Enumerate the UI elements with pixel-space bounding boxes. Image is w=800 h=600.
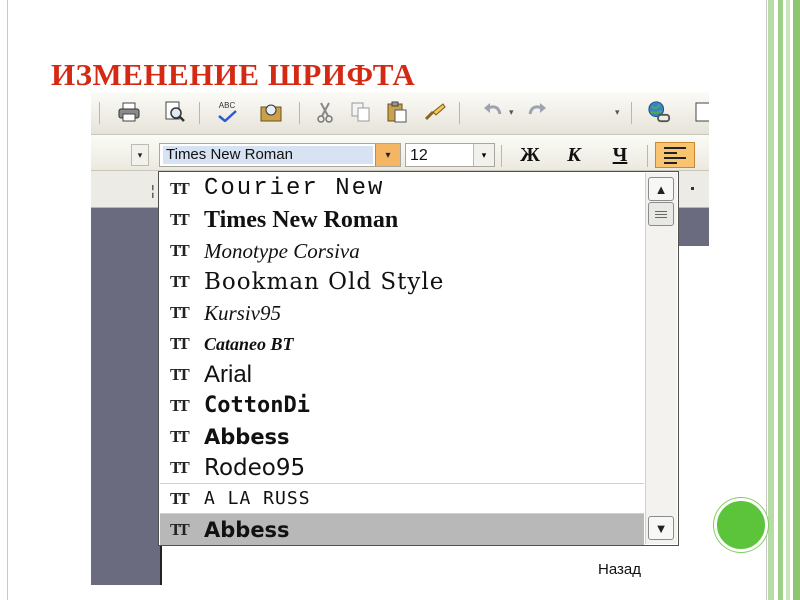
align-left-button[interactable] — [655, 142, 695, 168]
truetype-font-icon: TT — [170, 302, 190, 322]
scroll-up-arrow-icon[interactable]: ▲ — [648, 177, 674, 201]
redo-dropdown-icon[interactable]: ▾ — [615, 108, 623, 117]
font-item-label: Bookman Old Style — [204, 268, 445, 295]
font-item-label: A LA RUSS — [204, 487, 311, 509]
font-size-combo[interactable]: 12 ▾ — [405, 143, 495, 167]
redo-icon[interactable] — [525, 100, 549, 124]
font-item-label: Courier New — [204, 174, 385, 202]
truetype-font-icon: TT — [170, 395, 190, 415]
slide-stripe — [793, 0, 800, 600]
font-list-item[interactable]: TT Arial — [160, 359, 644, 390]
grip-line — [655, 210, 667, 212]
font-item-label: Arial — [204, 360, 253, 388]
font-item-label: Rodeo95 — [204, 454, 306, 481]
grip-line — [655, 213, 667, 215]
font-list-item[interactable]: TT Bookman Old Style — [160, 266, 644, 297]
underline-button[interactable]: Ч — [607, 143, 633, 167]
font-item-label: Monotype Corsiva — [204, 238, 360, 263]
truetype-font-icon: TT — [170, 426, 190, 446]
font-size-input[interactable]: 12 — [410, 146, 428, 166]
undo-icon[interactable] — [481, 100, 505, 124]
scroll-thumb[interactable] — [648, 202, 674, 226]
font-list-item[interactable]: TT Kursiv95 — [160, 297, 644, 328]
toolbar-separator — [501, 145, 502, 167]
font-list-item[interactable]: TT CottonDi — [160, 390, 644, 421]
print-icon[interactable] — [117, 100, 141, 124]
font-name-combo[interactable]: Times New Roman ▾ — [159, 143, 401, 167]
font-item-label: Times New Roman — [204, 206, 399, 233]
toolbar-separator — [299, 102, 300, 124]
font-size-dropdown-arrow-icon[interactable]: ▾ — [473, 144, 494, 166]
toolbar-separator — [459, 102, 460, 124]
font-item-label: Abbess — [204, 517, 290, 542]
truetype-font-icon: TT — [170, 519, 190, 539]
font-list-item[interactable]: TT Courier New — [160, 173, 644, 204]
font-list-scrollbar[interactable]: ▲ ▼ — [645, 173, 677, 544]
copy-icon[interactable] — [349, 100, 373, 124]
truetype-font-icon: TT — [170, 333, 190, 353]
spellcheck-icon[interactable]: ABC — [215, 100, 239, 124]
truetype-font-icon: TT — [170, 240, 190, 260]
font-dropdown-arrow-icon[interactable]: ▾ — [375, 144, 400, 166]
print-preview-icon[interactable] — [163, 100, 187, 124]
truetype-font-icon: TT — [170, 271, 190, 291]
document-map-icon[interactable] — [691, 100, 709, 124]
undo-dropdown-icon[interactable]: ▾ — [509, 108, 517, 117]
research-icon[interactable] — [259, 100, 283, 124]
font-item-label: Cataneo BT — [204, 333, 294, 354]
align-line — [664, 151, 678, 154]
truetype-font-icon: TT — [170, 209, 190, 229]
paste-icon[interactable] — [385, 100, 409, 124]
back-link[interactable]: Назад — [598, 561, 641, 578]
font-list-item-selected[interactable]: TT Abbess — [160, 514, 644, 545]
font-item-label: Kursiv95 — [204, 300, 282, 325]
font-list-item[interactable]: TT Monotype Corsiva — [160, 235, 644, 266]
format-painter-icon[interactable] — [423, 100, 447, 124]
align-line — [664, 156, 686, 159]
toolbar-separator — [631, 102, 632, 124]
truetype-font-icon: TT — [170, 178, 190, 198]
font-item-label: Abbess — [204, 424, 290, 449]
grip-line — [655, 216, 667, 218]
green-circle-decoration — [714, 498, 768, 552]
standard-toolbar: ABC ▾ ▾ — [91, 92, 709, 135]
slide-title: ИЗМЕНЕНИЕ ШРИФТА — [51, 57, 416, 92]
slide-stripe — [786, 0, 790, 600]
font-name-input[interactable]: Times New Roman — [163, 146, 373, 164]
truetype-font-icon: TT — [170, 488, 190, 508]
slide-stripe — [778, 0, 783, 600]
formatting-toolbar: ▾ Times New Roman ▾ 12 ▾ Ж К Ч — [91, 135, 709, 171]
toolbar-separator — [199, 102, 200, 124]
italic-button[interactable]: К — [561, 143, 587, 167]
word-screenshot: ABC ▾ ▾ ▾ Times New Roman ▾ 12 ▾ Ж К Ч ¦… — [91, 92, 709, 585]
font-list-item-hover[interactable]: TT A LA RUSS — [160, 483, 644, 514]
truetype-font-icon: TT — [170, 364, 190, 384]
font-list-item[interactable]: TT Cataneo BT — [160, 328, 644, 359]
align-line — [664, 161, 678, 164]
style-dropdown-button[interactable]: ▾ — [131, 144, 149, 166]
toolbar-separator — [647, 145, 648, 167]
scroll-down-arrow-icon[interactable]: ▼ — [648, 516, 674, 540]
font-list-item[interactable]: TT Rodeo95 — [160, 452, 644, 483]
spellcheck-label: ABC — [218, 101, 236, 110]
hyperlink-icon[interactable] — [647, 100, 671, 124]
slide-stripe — [768, 0, 774, 600]
font-dropdown-list[interactable]: TT Courier New TT Times New Roman TT Mon… — [158, 171, 679, 546]
ruler-tick — [691, 187, 694, 190]
font-list-item[interactable]: TT Times New Roman — [160, 204, 644, 235]
cut-icon[interactable] — [313, 100, 337, 124]
font-list-item[interactable]: TT Abbess — [160, 421, 644, 452]
font-item-label: CottonDi — [204, 392, 310, 418]
align-line — [664, 146, 686, 149]
bold-button[interactable]: Ж — [517, 143, 543, 167]
toolbar-separator — [99, 102, 100, 124]
truetype-font-icon: TT — [170, 457, 190, 477]
